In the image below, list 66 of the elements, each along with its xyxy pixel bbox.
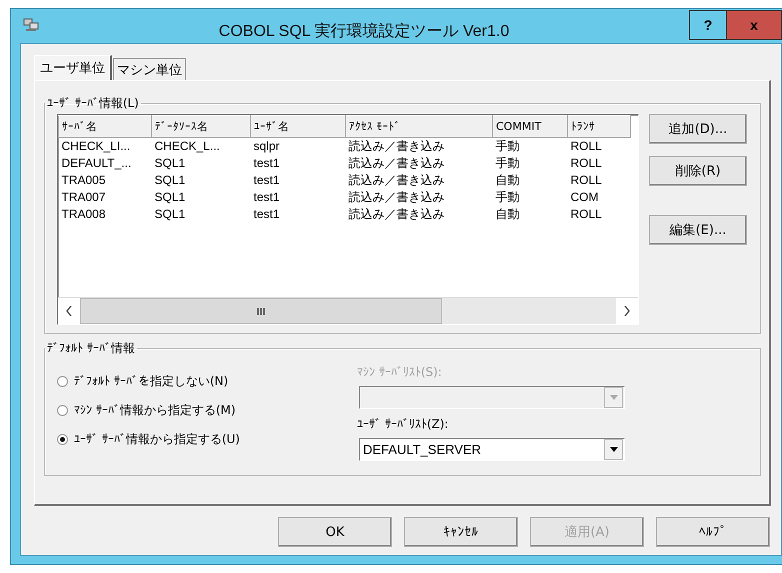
radio-option[interactable]: ﾏｼﾝ ｻｰﾊﾞ情報から指定する(M) <box>57 402 347 419</box>
tab[interactable]: マシン単位 <box>113 58 186 80</box>
table-cell: sqlpr <box>250 138 346 155</box>
table-cell: CHECK_L... <box>152 138 250 155</box>
button[interactable]: OK <box>278 517 392 547</box>
column-header[interactable]: COMMIT <box>492 116 568 138</box>
table-cell-text: TRA007 <box>60 189 107 206</box>
dropdown-field[interactable]: DEFAULT_SERVER <box>359 438 625 461</box>
column-header[interactable]: ﾄﾗﾝｻ <box>568 116 630 138</box>
table-cell-text: COM <box>570 189 600 206</box>
button[interactable]: 追加(D)... <box>649 114 747 144</box>
table-cell-text: SQL1 <box>154 155 186 172</box>
column-header[interactable]: ﾕｰｻﾞ名 <box>250 116 346 138</box>
button[interactable]: ｷｬﾝｾﾙ <box>404 517 518 547</box>
group-label: ﾕｰｻﾞ ｻｰﾊﾞ情報(L) <box>46 95 140 112</box>
chevron-left-icon[interactable] <box>66 306 72 316</box>
table-cell-text: 手動 <box>494 155 520 172</box>
table-cell-text: test1 <box>252 206 281 223</box>
button[interactable]: 削除(R) <box>649 156 747 186</box>
table-cell-text: test1 <box>252 155 281 172</box>
column-header[interactable]: ﾃﾞｰﾀｿｰｽ名 <box>152 116 250 138</box>
radio-button[interactable] <box>57 405 68 416</box>
button[interactable]: ﾍﾙﾌﾟ <box>656 517 770 547</box>
table-cell: CHECK_LI... <box>58 138 152 155</box>
column-header[interactable]: ｻｰﾊﾞ名 <box>58 116 152 138</box>
table-cell-text: 読込み／書き込み <box>348 206 446 223</box>
table-cell-text: SQL1 <box>154 206 186 223</box>
table-cell-text: ROLL <box>570 206 603 223</box>
radio-option[interactable]: ﾃﾞﾌｫﾙﾄ ｻｰﾊﾞを指定しない(N) <box>57 373 347 390</box>
table-cell-text: test1 <box>252 189 281 206</box>
table-cell-text: TRA005 <box>60 172 107 189</box>
radio-button[interactable] <box>57 376 68 387</box>
radio-option[interactable]: ﾕｰｻﾞ ｻｰﾊﾞ情報から指定する(U) <box>57 431 347 448</box>
radio-label: ﾕｰｻﾞ ｻｰﾊﾞ情報から指定する(U) <box>74 431 240 448</box>
help-button[interactable]: ? <box>689 10 726 40</box>
table-cell: ROLL <box>568 138 630 155</box>
column-header[interactable]: ｱｸｾｽ ﾓｰﾄﾞ <box>346 116 492 138</box>
radio-label: ﾃﾞﾌｫﾙﾄ ｻｰﾊﾞを指定しない(N) <box>74 373 228 390</box>
group-label: ﾃﾞﾌｫﾙﾄ ｻｰﾊﾞ情報 <box>46 340 136 357</box>
table-cell-text: 自動 <box>494 206 520 223</box>
table-cell: 読込み／書き込み <box>346 138 492 155</box>
field-label: ﾏｼﾝ ｻｰﾊﾞﾘｽﾄ(S): <box>357 365 443 381</box>
table-cell-text: 手動 <box>494 189 520 206</box>
table-cell-text: SQL1 <box>154 189 186 206</box>
window-title: COBOL SQL 実行環境設定ツール Ver1.0 <box>218 22 510 42</box>
table-cell-text: 読込み／書き込み <box>348 189 446 206</box>
table-cell-text: 読込み／書き込み <box>348 155 446 172</box>
table-cell-text: test1 <box>252 172 281 189</box>
table-cell-text: 自動 <box>494 172 520 189</box>
table-cell-text: DEFAULT_... <box>60 155 132 172</box>
table-cell-text: SQL1 <box>154 172 186 189</box>
table-cell-text: TRA008 <box>60 206 107 223</box>
dropdown-arrow-icon[interactable] <box>610 447 618 452</box>
table-cell-text: ROLL <box>570 155 603 172</box>
close-button[interactable]: x <box>726 10 782 40</box>
horizontal-scrollbar[interactable] <box>58 297 638 324</box>
table-cell: 手動 <box>492 138 568 155</box>
field-label: ﾕｰｻﾞ ｻｰﾊﾞﾘｽﾄ(Z): <box>357 417 450 433</box>
tab[interactable]: ユーザ単位 <box>34 55 112 80</box>
table-cell-text: ROLL <box>570 172 603 189</box>
radio-label: ﾏｼﾝ ｻｰﾊﾞ情報から指定する(M) <box>74 402 236 419</box>
chevron-right-icon[interactable] <box>624 306 630 316</box>
computer-icon <box>23 17 39 33</box>
button[interactable]: 編集(E)... <box>649 215 747 245</box>
table-cell-text: 読込み／書き込み <box>348 172 446 189</box>
radio-button[interactable] <box>57 434 68 445</box>
